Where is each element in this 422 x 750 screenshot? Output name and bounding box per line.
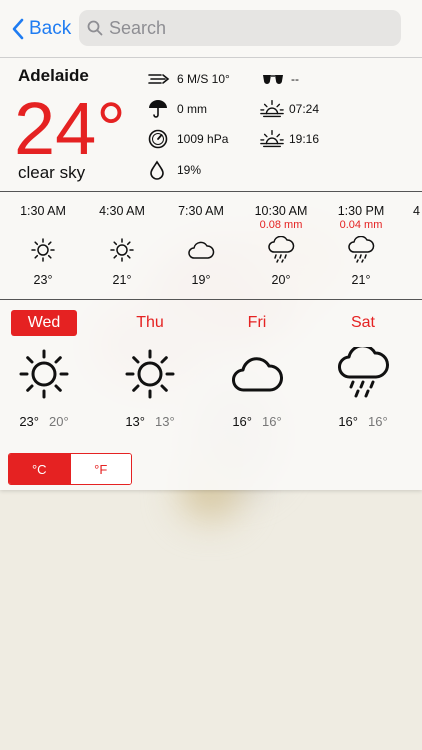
hourly-item[interactable]: 1:30 AM 23°: [8, 204, 78, 287]
rain-cloud-icon: [246, 236, 316, 264]
weather-panel: Back Search Adelaide 24° clear sky 6 M/S…: [0, 0, 422, 490]
unit-toggle[interactable]: °C °F: [8, 453, 132, 485]
humidity-value: 19%: [177, 163, 202, 177]
day-name: Wed: [11, 310, 77, 336]
daily-item[interactable]: Thu 13° 13°: [110, 310, 190, 429]
sunset-icon: [260, 129, 284, 149]
day-temperatures: 16° 16°: [323, 414, 403, 429]
chevron-left-icon: [12, 18, 24, 40]
current-condition: clear sky: [18, 163, 86, 182]
droplet-icon: [148, 160, 172, 180]
sunglasses-icon: [262, 69, 286, 89]
sunrise-detail: 07:24: [260, 99, 319, 119]
day-low: 20°: [49, 414, 69, 429]
search-icon: [87, 20, 103, 36]
hourly-precipitation: [87, 218, 157, 232]
hourly-temperature: 20°: [271, 273, 291, 287]
daily-item[interactable]: Fri 16° 16°: [217, 310, 297, 429]
day-name: Thu: [136, 314, 164, 331]
uv-value: --: [291, 72, 299, 86]
hourly-temperature: 21°: [112, 273, 132, 287]
hourly-item[interactable]: 10:30 AM 0.08 mm 20°: [246, 204, 316, 287]
hourly-item-partial[interactable]: 4: [413, 204, 422, 218]
hourly-temperature: 21°: [351, 273, 371, 287]
sunset-value: 19:16: [289, 132, 320, 146]
hourly-precipitation: [8, 218, 78, 232]
precipitation-detail: 0 mm: [148, 99, 207, 119]
day-temperatures: 16° 16°: [217, 414, 297, 429]
hourly-time: 10:30 AM: [254, 204, 308, 218]
pressure-gauge-icon: [148, 129, 172, 149]
day-temperatures: 13° 13°: [110, 414, 190, 429]
hourly-item[interactable]: 4:30 AM 21°: [87, 204, 157, 287]
day-low: 16°: [368, 414, 388, 429]
pressure-value: 1009 hPa: [177, 132, 229, 146]
humidity-detail: 19%: [148, 160, 201, 180]
hourly-time: 4:30 AM: [99, 204, 145, 218]
back-button[interactable]: Back: [12, 14, 71, 44]
sunset-detail: 19:16: [260, 129, 319, 149]
hourly-divider: [0, 299, 422, 300]
hourly-item[interactable]: 1:30 PM 0.04 mm 21°: [326, 204, 396, 287]
search-input[interactable]: Search: [79, 10, 401, 46]
daily-item[interactable]: Sat 16° 16°: [323, 310, 403, 429]
day-high: 23°: [19, 414, 39, 429]
cloud-icon: [217, 346, 297, 402]
hourly-time: 4: [413, 204, 420, 218]
search-placeholder: Search: [109, 17, 167, 38]
fahrenheit-button[interactable]: °F: [69, 454, 131, 484]
day-high: 13°: [125, 414, 145, 429]
day-low: 16°: [262, 414, 282, 429]
hourly-time: 1:30 AM: [20, 204, 66, 218]
sun-icon: [4, 346, 84, 402]
day-high: 16°: [232, 414, 252, 429]
hourly-time: 1:30 PM: [337, 204, 385, 218]
umbrella-icon: [148, 99, 172, 119]
sun-icon: [87, 236, 157, 264]
hourly-precipitation: 0.04 mm: [339, 219, 383, 231]
wind-icon: [148, 69, 172, 89]
navigation-bar: Back Search: [0, 0, 422, 58]
hourly-temperature: 19°: [191, 273, 211, 287]
cloud-icon: [166, 236, 236, 264]
current-divider: [0, 191, 422, 192]
rain-cloud-icon: [326, 236, 396, 264]
rain-cloud-icon: [323, 346, 403, 402]
hourly-precipitation: [166, 218, 236, 232]
hourly-item[interactable]: 7:30 AM 19°: [166, 204, 236, 287]
nav-divider: [0, 57, 422, 58]
day-name: Fri: [247, 314, 267, 331]
sunrise-icon: [260, 99, 284, 119]
sunrise-value: 07:24: [289, 102, 320, 116]
day-low: 13°: [155, 414, 175, 429]
precipitation-value: 0 mm: [177, 102, 207, 116]
wind-detail: 6 M/S 10°: [148, 69, 230, 89]
pressure-detail: 1009 hPa: [148, 129, 228, 149]
city-name: Adelaide: [18, 66, 89, 85]
daily-item[interactable]: Wed 23° 20°: [4, 310, 84, 429]
hourly-time: 7:30 AM: [178, 204, 224, 218]
day-temperatures: 23° 20°: [4, 414, 84, 429]
hourly-precipitation: 0.08 mm: [259, 219, 303, 231]
day-name: Sat: [350, 314, 375, 331]
sun-icon: [8, 236, 78, 264]
sun-icon: [110, 346, 190, 402]
celsius-button[interactable]: °C: [9, 454, 70, 484]
wind-value: 6 M/S 10°: [177, 72, 230, 86]
uv-detail: --: [262, 69, 299, 89]
hourly-temperature: 23°: [33, 273, 53, 287]
back-label: Back: [29, 18, 72, 39]
current-temperature: 24°: [14, 87, 126, 170]
day-high: 16°: [338, 414, 358, 429]
